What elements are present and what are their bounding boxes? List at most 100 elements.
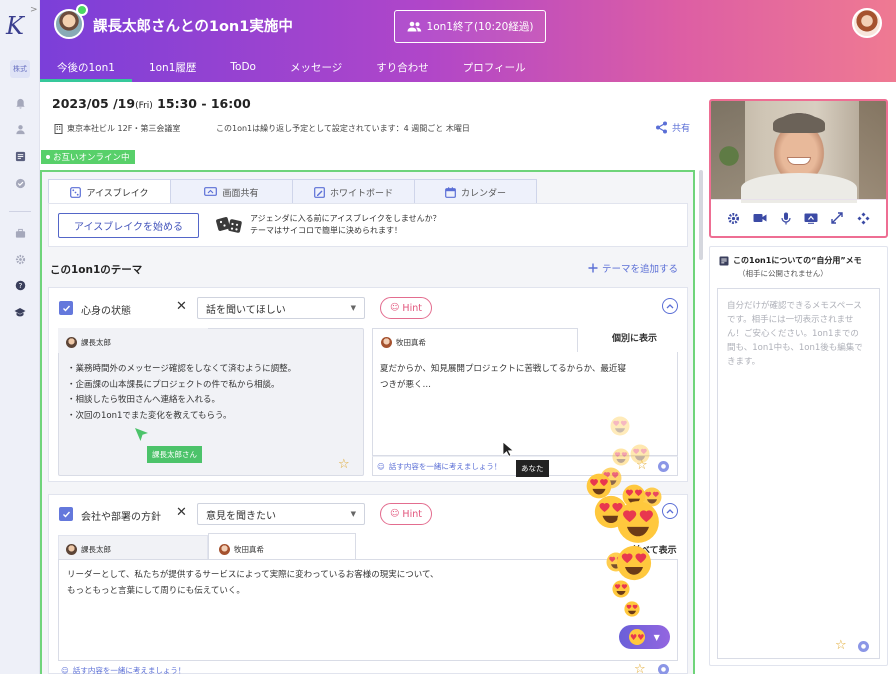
- memo-line: 夏だからか、知見展開プロジェクトに苦戦してるからか、最近寝: [380, 364, 626, 374]
- place-text: 東京本社ビル 12F・第三会議室: [67, 124, 181, 133]
- boss-memo-header: 課長太郎: [66, 337, 111, 348]
- heart-eyes-emoji-icon: [612, 448, 630, 466]
- my-avatar[interactable]: [852, 8, 882, 38]
- svg-text:?: ?: [18, 280, 22, 289]
- tab-whiteboard-label: ホワイトボード: [329, 188, 393, 199]
- theme-checkbox[interactable]: [59, 301, 73, 315]
- view-mode-toggle[interactable]: 個別に表示: [612, 331, 657, 344]
- tab-calendar[interactable]: カレンダー: [414, 179, 537, 204]
- hint-label: Hint: [402, 508, 422, 520]
- online-status-text: お互いオンライン中: [53, 153, 130, 163]
- my-memo-text[interactable]: 夏だからか、知見展開プロジェクトに苦戦してるからか、最近寝 つきが悪く…: [380, 362, 670, 393]
- consider-label: 話す内容を一緒に考えましょう！: [388, 462, 502, 471]
- star-icon[interactable]: ☆: [634, 662, 646, 674]
- end-1on1-button[interactable]: 1on1終了(10:20経過): [394, 10, 546, 43]
- bell-icon[interactable]: [12, 95, 28, 111]
- tab-icebreak[interactable]: アイスブレイク: [48, 179, 171, 204]
- memo-line: ・相談したら牧田さんへ連絡を入れる。: [67, 395, 221, 405]
- calendar-icon: [445, 186, 456, 198]
- fullscreen-icon[interactable]: [830, 211, 844, 225]
- my-memo-header: 牧田真希: [381, 337, 426, 348]
- private-memo-subtitle: （相手に公開されません）: [738, 269, 828, 278]
- add-theme-button[interactable]: テーマを追加する: [588, 261, 678, 275]
- tab-messages[interactable]: メッセージ: [273, 52, 359, 82]
- tab-icebreak-label: アイスブレイク: [86, 188, 149, 199]
- collapse-chevron-icon[interactable]: [662, 503, 678, 519]
- screen-share-icon: [204, 187, 218, 196]
- caret-down-icon: ▼: [350, 304, 356, 312]
- icebreak-line-1: アジェンダに入る前にアイスブレイクをしませんか？: [250, 214, 441, 223]
- shared-memo-text[interactable]: リーダーとして、私たちが提供するサービスによって実際に変わっているお客様の現実に…: [67, 568, 439, 599]
- theme-purpose-value: 話を聞いてほしい: [206, 304, 286, 316]
- my-name: 牧田真希: [396, 338, 426, 347]
- hint-button[interactable]: ☺ Hint: [380, 297, 432, 319]
- gamepad-icon[interactable]: [856, 211, 870, 225]
- person-icon[interactable]: [12, 121, 28, 137]
- video-panel: [709, 99, 888, 238]
- online-status-badge: お互いオンライン中: [41, 150, 135, 164]
- reaction-count-icon[interactable]: ●: [858, 641, 869, 652]
- consider-together-link[interactable]: ☺ 話す内容を一緒に考えましょう！: [61, 665, 185, 674]
- app-logo[interactable]: K: [6, 12, 24, 40]
- briefcase-icon[interactable]: [12, 225, 28, 241]
- themes-title: この1on1のテーマ: [50, 264, 143, 276]
- star-icon[interactable]: ☆: [835, 638, 847, 653]
- boss-avatar: [66, 337, 77, 348]
- hint-face-icon: ☺: [61, 666, 69, 674]
- tab-upcoming[interactable]: 今後の1on1: [40, 52, 132, 82]
- screen-share-icon[interactable]: [804, 211, 818, 225]
- meeting-header: 課長太郎さんとの1on1実施中 1on1終了(10:20経過) 今後の1on1 …: [40, 0, 896, 82]
- microphone-icon[interactable]: [779, 211, 793, 225]
- camera-icon[interactable]: [753, 211, 767, 225]
- tab-history[interactable]: 1on1履歴: [132, 52, 213, 82]
- theme-purpose-value: 意見を聞きたい: [206, 510, 276, 522]
- gear-icon[interactable]: [727, 211, 741, 225]
- consider-together-link[interactable]: ☺ 話す内容を一緒に考えましょう！: [377, 461, 501, 472]
- hint-label: Hint: [402, 302, 422, 314]
- meeting-datetime: 2023/05 /19(Fri) 15:30 - 16:00: [52, 96, 251, 111]
- expand-arrow-icon[interactable]: >: [30, 5, 38, 15]
- reaction-count-icon[interactable]: ●: [658, 664, 669, 674]
- boss-name: 課長太郎: [81, 545, 111, 554]
- repeat-info: この1on1は繰り返し予定として設定されています：4 週間ごと 木曜日: [216, 124, 470, 133]
- whiteboard-icon: [314, 186, 325, 198]
- my-avatar-small: [381, 337, 392, 348]
- tab-screen-share[interactable]: 画面共有: [170, 179, 293, 204]
- icebreak-line-2: テーマはサイコロで簡単に決められます！: [250, 226, 402, 235]
- start-icebreak-button[interactable]: アイスブレイクを始める: [58, 213, 199, 238]
- nav-tabs: 今後の1on1 1on1履歴 ToDo メッセージ すり合わせ プロフィール: [40, 52, 543, 82]
- gear-icon[interactable]: [12, 251, 28, 267]
- building-icon: [54, 123, 63, 134]
- meeting-time: 15:30 - 16:00: [152, 96, 251, 111]
- meeting-date: 2023/05 /19: [52, 96, 136, 111]
- reaction-count-icon[interactable]: ●: [658, 461, 669, 472]
- heart-eyes-emoji-icon: [616, 500, 660, 544]
- tab-profile[interactable]: プロフィール: [446, 52, 543, 82]
- star-icon[interactable]: ☆: [338, 457, 350, 472]
- reaction-picker-button[interactable]: ♥♥ ▼: [619, 625, 670, 649]
- check-circle-icon[interactable]: [12, 175, 28, 191]
- page-title: 課長太郎さんとの1on1実施中: [93, 19, 293, 35]
- help-icon[interactable]: ?: [12, 277, 28, 293]
- remove-theme-icon[interactable]: ✕: [176, 505, 187, 520]
- video-person-hair: [773, 115, 825, 133]
- memo-line: ・業務時間外のメッセージ確認をしなくて済むように調整。: [67, 364, 297, 374]
- caret-down-icon: ▼: [653, 632, 660, 642]
- tab-alignment[interactable]: すり合わせ: [359, 52, 446, 82]
- tab-whiteboard[interactable]: ホワイトボード: [292, 179, 415, 204]
- theme-purpose-select[interactable]: 話を聞いてほしい ▼: [197, 297, 365, 319]
- company-badge[interactable]: 株式: [10, 60, 30, 78]
- graduation-cap-icon[interactable]: [12, 304, 28, 320]
- remove-theme-icon[interactable]: ✕: [176, 299, 187, 314]
- theme-checkbox[interactable]: [59, 507, 73, 521]
- theme-purpose-select[interactable]: 意見を聞きたい ▼: [197, 503, 365, 525]
- memo-icon[interactable]: [12, 148, 28, 164]
- hint-button[interactable]: ☺ Hint: [380, 503, 432, 525]
- boss-memo-text[interactable]: ・業務時間外のメッセージ確認をしなくて済むように調整。 ・企画課の山本課長にプロ…: [67, 362, 296, 424]
- share-button[interactable]: 共有: [655, 121, 690, 134]
- collapse-chevron-icon[interactable]: [662, 298, 678, 314]
- main-scrollbar[interactable]: [699, 170, 703, 260]
- my-name: 牧田真希: [234, 545, 264, 554]
- tab-todo[interactable]: ToDo: [213, 52, 273, 82]
- boss-memo-header: 課長太郎: [66, 544, 111, 555]
